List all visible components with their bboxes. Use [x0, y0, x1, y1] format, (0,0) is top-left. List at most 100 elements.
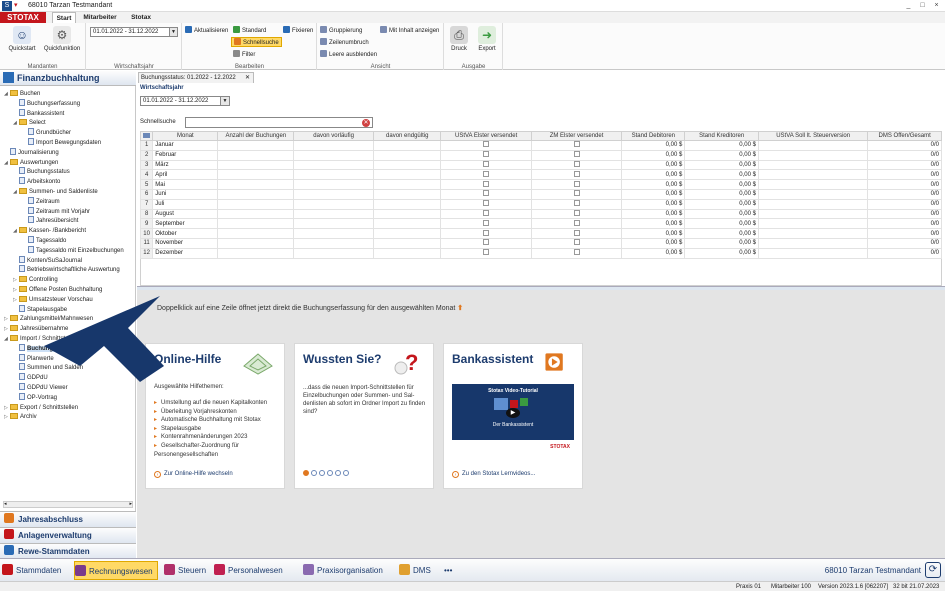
nav-rewe-stammdaten[interactable]: Rewe-Stammdaten — [0, 543, 136, 559]
column-header[interactable]: davon vorläufig — [293, 131, 375, 141]
module-praxisorganisation[interactable]: Praxisorganisation — [303, 561, 383, 580]
checkbox[interactable] — [573, 151, 580, 158]
tree-item[interactable]: OP-Vortrag — [13, 392, 57, 403]
checkbox[interactable] — [573, 170, 580, 177]
maximize-button[interactable]: □ — [917, 1, 928, 11]
checkbox[interactable] — [483, 180, 490, 187]
minimize-button[interactable]: _ — [903, 1, 914, 11]
tree-item[interactable]: Grundbücher — [22, 128, 71, 138]
column-header[interactable]: DMS Offen/Gesamt — [867, 131, 942, 141]
table-row[interactable]: 2 Februar 0,00 $0,00 $ 0/0 — [139, 149, 942, 161]
tree-item[interactable]: Zeitraum — [22, 196, 60, 207]
table-row[interactable]: 10 Oktober 0,00 $0,00 $ 0/0 — [139, 228, 942, 239]
play-icon[interactable]: ▶ — [506, 408, 520, 418]
help-topic-link[interactable]: ▸ Gesellschafter-Zuordnung für Personenge… — [154, 442, 284, 458]
tree-item[interactable]: GDPdU Viewer — [13, 383, 68, 393]
leere-ausblenden-button[interactable]: Leere ausblenden — [320, 50, 377, 60]
quickstart-button[interactable]: ☺ Quickstart — [2, 26, 42, 52]
table-row[interactable]: 11 November 0,00 $0,00 $ 0/0 — [139, 237, 942, 249]
tree-item[interactable]: ▷ Controlling — [13, 275, 58, 285]
tree-item[interactable]: ▷ Archiv — [4, 412, 37, 422]
table-row[interactable]: 9 September 0,00 $0,00 $ 0/0 — [139, 218, 942, 230]
tree-item[interactable]: Arbeitskonto — [13, 177, 60, 187]
help-topic-link[interactable]: ▸ Stapelausgabe — [154, 425, 284, 434]
checkbox[interactable] — [483, 229, 490, 236]
checkbox[interactable] — [573, 141, 580, 148]
checkbox[interactable] — [573, 161, 580, 167]
gruppierung-button[interactable]: Gruppierung — [320, 26, 362, 36]
checkbox[interactable] — [573, 200, 580, 207]
tree-item[interactable]: ▷ Offene Posten Buchhaltung — [13, 285, 102, 295]
export-button[interactable]: ➜ Export — [469, 26, 505, 52]
zeilenumbruch-button[interactable]: Zeilenumbruch — [320, 38, 369, 48]
tab-start[interactable]: Start — [52, 12, 76, 23]
checkbox[interactable] — [483, 239, 490, 246]
carousel-dot[interactable] — [319, 470, 325, 476]
chevron-down-icon[interactable]: ▼ — [169, 28, 177, 36]
table-row[interactable]: 12 Dezember 0,00 $0,00 $ 0/0 — [139, 247, 942, 259]
carousel-dot[interactable] — [311, 470, 317, 476]
module-personalwesen[interactable]: Personalwesen — [214, 561, 283, 580]
checkbox[interactable] — [573, 249, 580, 256]
checkbox[interactable] — [483, 151, 490, 158]
schnellsuche-button[interactable]: Schnellsuche — [231, 37, 282, 47]
tree-item[interactable]: Tagessaldo — [22, 236, 66, 246]
checkbox[interactable] — [483, 190, 490, 197]
checkbox[interactable] — [573, 239, 580, 246]
nav-jahresabschluss[interactable]: Jahresabschluss — [0, 511, 136, 527]
grid-menu-icon[interactable] — [143, 132, 151, 138]
help-topic-link[interactable]: ▸ Überleitung Vorjahreskonten — [154, 408, 284, 417]
tree-item[interactable]: ◢ Buchen — [4, 89, 40, 99]
module-rechnungswesen[interactable]: Rechnungswesen — [74, 561, 158, 580]
module-[interactable]: ••• — [444, 561, 452, 580]
quick-access-icon[interactable]: ▾ — [14, 0, 18, 12]
module-dms[interactable]: DMS — [399, 561, 431, 580]
carousel-dot[interactable] — [327, 470, 333, 476]
tree-item[interactable]: Bankassistent — [13, 108, 64, 119]
carousel-dot[interactable] — [343, 470, 349, 476]
help-topic-link[interactable]: ▸ Umstellung auf die neuen Kapitalkonten — [154, 399, 284, 408]
clear-search-icon[interactable]: ✕ — [362, 119, 370, 127]
video-thumbnail[interactable]: Stotax Video-Tutorial ▶ Der Bankassisten… — [452, 384, 574, 454]
checkbox[interactable] — [483, 249, 490, 256]
tree-item[interactable]: ◢ Select — [13, 118, 46, 128]
close-button[interactable]: × — [931, 1, 942, 11]
tree-horizontal-scrollbar[interactable]: ◂ ▸ — [3, 501, 133, 508]
column-header[interactable]: Stand Debitoren — [621, 131, 686, 141]
lernvideos-link[interactable]: › Zu den Stotax Lernvideos... — [452, 471, 535, 478]
checkbox[interactable] — [483, 170, 490, 177]
column-header[interactable]: davon endgültig — [373, 131, 442, 141]
tree-item[interactable]: ◢ Auswertungen — [4, 158, 58, 168]
tab-stotax[interactable]: Stotax — [124, 12, 158, 23]
checkbox[interactable] — [573, 180, 580, 187]
tree-item[interactable]: Konten/SuSaJournal — [13, 255, 82, 266]
checkbox[interactable] — [483, 200, 490, 207]
close-icon[interactable]: ✕ — [245, 73, 250, 84]
tree-item[interactable]: Journalisierung — [4, 147, 59, 158]
column-header[interactable]: ZM Elster versendet — [530, 131, 623, 141]
wirtschaftsjahr-select[interactable]: 01.01.2022 - 31.12.2022 ▼ — [90, 27, 178, 37]
checkbox[interactable] — [483, 161, 490, 167]
filter-button[interactable]: Filter — [233, 50, 255, 60]
aktualisieren-button[interactable]: Aktualisieren — [185, 26, 228, 36]
table-row[interactable]: 4 April 0,00 $0,00 $ 0/0 — [139, 169, 942, 181]
fixieren-button[interactable]: Fixieren — [283, 26, 313, 36]
carousel-dot[interactable] — [303, 470, 309, 476]
tree-item[interactable]: Jahresübersicht — [22, 216, 78, 226]
tree-item[interactable]: Betriebswirtschaftliche Auswertung — [13, 265, 120, 275]
tree-item[interactable]: ▷ Export / Schnittstellen — [4, 403, 78, 413]
carousel-dot[interactable] — [335, 470, 341, 476]
help-topic-link[interactable]: ▸ Automatische Buchhaltung mit Stotax — [154, 416, 284, 425]
table-row[interactable]: 3 März 0,00 $0,00 $ 0/0 — [139, 159, 942, 171]
tree-item[interactable]: ◢ Kassen- /Bankbericht — [13, 226, 86, 236]
tree-item[interactable]: Import Bewegungsdaten — [22, 138, 101, 148]
table-row[interactable]: 5 Mai 0,00 $0,00 $ 0/0 — [139, 179, 942, 190]
tree-item[interactable]: GDPdU — [13, 373, 48, 383]
checkbox[interactable] — [573, 210, 580, 216]
tree-item[interactable]: Tagessaldo mit Einzelbuchungen — [22, 245, 124, 256]
schnellsuche-input[interactable]: ✕ — [185, 117, 373, 128]
tree-item[interactable]: ◢ Summen- und Saldenliste — [13, 187, 98, 197]
help-topic-link[interactable]: ▸ Kontenrahmenänderungen 2023 — [154, 433, 284, 442]
scroll-left-icon[interactable]: ◂ — [4, 501, 7, 507]
chevron-down-icon[interactable]: ▼ — [220, 97, 229, 105]
